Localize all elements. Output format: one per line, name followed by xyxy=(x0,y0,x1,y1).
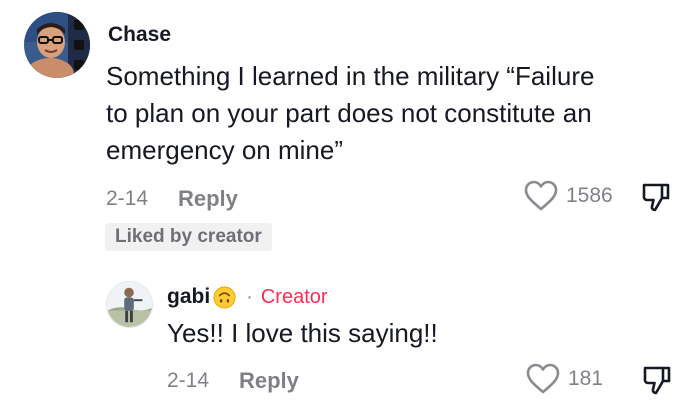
reply-dislike-button[interactable] xyxy=(642,364,672,401)
dislike-button[interactable] xyxy=(641,181,671,218)
liked-by-creator-badge: Liked by creator xyxy=(105,223,272,251)
upside-down-face-emoji-icon xyxy=(213,285,236,309)
comment-text: Something I learned in the military “Fai… xyxy=(106,58,686,169)
thumbs-down-outline-icon[interactable] xyxy=(642,364,672,396)
comment-text-line: emergency on mine” xyxy=(106,135,343,165)
reply-button[interactable]: Reply xyxy=(178,186,238,212)
creator-tag: Creator xyxy=(260,285,328,308)
reply-header: gabi · Creator xyxy=(167,285,328,309)
comment-text-line: to plan on your part does not constitute… xyxy=(106,98,592,128)
reply-like-button[interactable]: 181 xyxy=(526,363,603,395)
reply-username[interactable]: gabi xyxy=(167,285,210,309)
comment-date: 2-14 xyxy=(106,187,149,210)
separator-dot: · xyxy=(246,286,253,308)
reply-text: Yes!! I love this saying!! xyxy=(167,318,438,348)
avatar[interactable] xyxy=(24,12,90,78)
like-button[interactable]: 1586 xyxy=(524,180,613,212)
comment-username[interactable]: Chase xyxy=(108,23,171,47)
comment-text-line: Something I learned in the military “Fai… xyxy=(106,61,595,91)
reply-avatar[interactable] xyxy=(106,281,153,328)
heart-outline-icon[interactable] xyxy=(526,363,560,395)
comment-thread: Chase Something I learned in the militar… xyxy=(0,0,700,408)
reply-date: 2-14 xyxy=(167,369,210,392)
like-count: 1586 xyxy=(566,184,613,207)
reply-reply-button[interactable]: Reply xyxy=(239,368,299,394)
reply-like-count: 181 xyxy=(568,367,604,390)
thumbs-down-outline-icon[interactable] xyxy=(641,181,671,213)
heart-outline-icon[interactable] xyxy=(524,180,558,212)
